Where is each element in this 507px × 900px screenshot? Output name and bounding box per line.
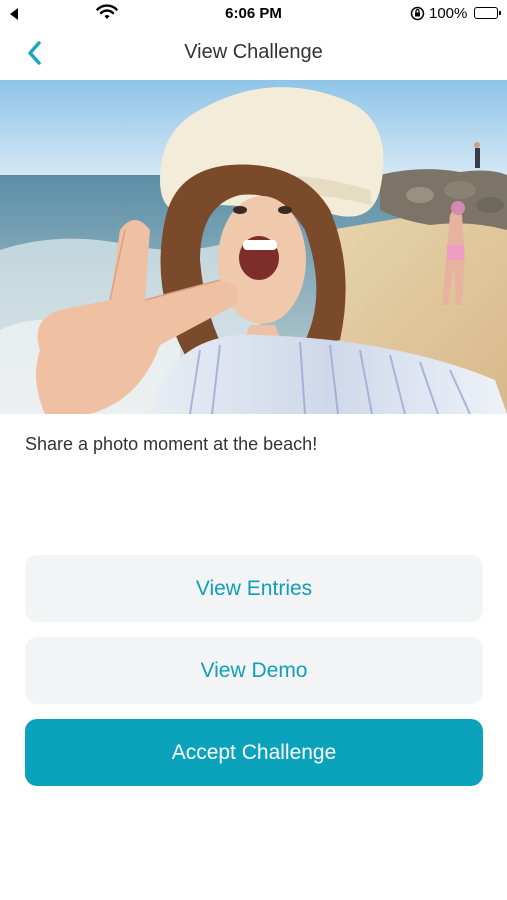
challenge-photo	[0, 80, 507, 414]
navigation-bar: View Challenge	[0, 30, 507, 76]
view-entries-button[interactable]: View Entries	[25, 555, 483, 622]
accept-challenge-button[interactable]: Accept Challenge	[25, 719, 483, 786]
page-title: View Challenge	[184, 41, 323, 63]
battery-icon	[474, 7, 501, 19]
view-demo-button[interactable]: View Demo	[25, 637, 483, 704]
orientation-lock-icon	[410, 6, 425, 21]
status-bar: 6:06 PM 100%	[0, 0, 507, 30]
battery-percent: 100%	[429, 5, 468, 22]
challenge-description: Share a photo moment at the beach!	[25, 434, 318, 454]
